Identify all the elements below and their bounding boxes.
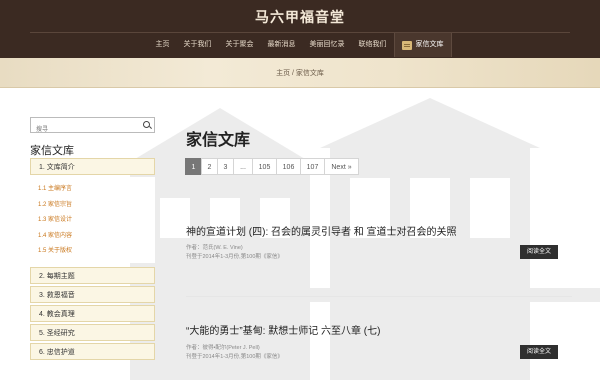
- breadcrumb-banner: 主页 / 家信文库: [0, 58, 600, 88]
- scroll-icon: [401, 40, 412, 50]
- nav-item-home[interactable]: 主页: [149, 33, 177, 57]
- nav-item-news[interactable]: 最新消息: [261, 33, 303, 57]
- page-title: 家信文库: [186, 132, 251, 149]
- nav-item-label: 家信文库: [415, 41, 444, 48]
- page-button-1[interactable]: 1: [185, 158, 202, 175]
- sidebar-item-apologetics[interactable]: 6. 忠信护道: [30, 342, 155, 360]
- read-more-button[interactable]: 阅读全文: [520, 245, 558, 259]
- sidebar-subitem-copyright[interactable]: 1.5 关于版权: [38, 244, 155, 260]
- breadcrumb[interactable]: 主页 / 家信文库: [0, 68, 600, 78]
- page-ellipsis: ...: [233, 158, 253, 175]
- page-button-106[interactable]: 106: [276, 158, 301, 175]
- article-title[interactable]: 神的宣道计划 (四): 召会的属灵引导者 和 宣道士对召会的关照: [186, 223, 457, 238]
- nav-item-contact[interactable]: 联络我们: [352, 33, 394, 57]
- main-nav: 主页 关于我们 关于聚会 最新消息 美丽回忆录 联络我们 家信文库: [0, 33, 600, 57]
- article-published: 刊登于2014年1-3月份,第100期《家信》: [186, 254, 283, 260]
- sidebar-subitem-purpose[interactable]: 1.2 家信宗旨: [38, 198, 155, 214]
- article-author: 作者：范氏(W. E. Vine): [186, 245, 243, 251]
- next-page-button[interactable]: Next »: [324, 158, 359, 175]
- sidebar-menu: 1. 文库简介 1.1 主编序言 1.2 家信宗旨 1.3 家信设计 1.4 家…: [30, 158, 155, 362]
- page-button-3[interactable]: 3: [217, 158, 234, 175]
- site-header: 马六甲福音堂 主页 关于我们 关于聚会 最新消息 美丽回忆录 联络我们 家信文库: [0, 0, 600, 58]
- pagination: 1 2 3 ... 105 106 107 Next »: [185, 158, 359, 175]
- sidebar-item-church-truth[interactable]: 4. 教会真理: [30, 304, 155, 322]
- sidebar-subitem-design[interactable]: 1.3 家信设计: [38, 213, 155, 229]
- sidebar-item-bible-study[interactable]: 5. 圣经研究: [30, 323, 155, 341]
- page-button-105[interactable]: 105: [252, 158, 277, 175]
- search-box: [30, 117, 155, 137]
- article-meta: 作者：彼得•配尔(Peter J. Pell) 刊登于2014年1-3月份,第1…: [186, 344, 283, 362]
- search-input[interactable]: [31, 123, 139, 137]
- sidebar-item-themes[interactable]: 2. 每期主题: [30, 266, 155, 284]
- read-more-button[interactable]: 阅读全文: [520, 345, 558, 359]
- sidebar-item-gospel[interactable]: 3. 救恩福音: [30, 285, 155, 303]
- sidebar-subitem-editor-preface[interactable]: 1.1 主编序言: [38, 182, 155, 198]
- article-published: 刊登于2014年1-3月份,第100期《家信》: [186, 354, 283, 360]
- site-title[interactable]: 马六甲福音堂: [0, 7, 600, 27]
- sidebar-subitem-content[interactable]: 1.4 家信内容: [38, 229, 155, 245]
- sidebar-title: 家信文库: [30, 145, 74, 157]
- article-title[interactable]: “大能的勇士”基甸: 默想士师记 六至八章 (七): [186, 322, 380, 337]
- article-author: 作者：彼得•配尔(Peter J. Pell): [186, 345, 260, 351]
- search-icon[interactable]: [143, 121, 150, 128]
- nav-item-letters-library[interactable]: 家信文库: [393, 33, 452, 57]
- article-divider: [186, 296, 572, 297]
- sidebar-item-intro[interactable]: 1. 文库简介: [30, 158, 155, 175]
- page-button-107[interactable]: 107: [300, 158, 325, 175]
- nav-item-about-us[interactable]: 关于我们: [177, 33, 219, 57]
- nav-item-memories[interactable]: 美丽回忆录: [303, 33, 352, 57]
- nav-item-about-meetings[interactable]: 关于聚会: [219, 33, 261, 57]
- sidebar-submenu-intro: 1.1 主编序言 1.2 家信宗旨 1.3 家信设计 1.4 家信内容 1.5 …: [30, 177, 155, 263]
- article-meta: 作者：范氏(W. E. Vine) 刊登于2014年1-3月份,第100期《家信…: [186, 244, 283, 262]
- page-button-2[interactable]: 2: [201, 158, 218, 175]
